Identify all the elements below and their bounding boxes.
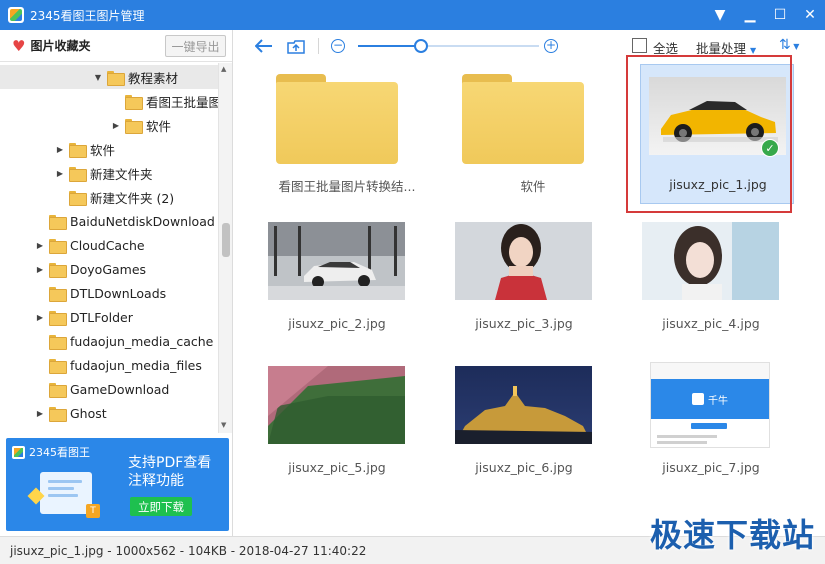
folder-icon [462, 74, 584, 164]
promo-brand: 2345看图王 [12, 444, 90, 460]
expand-icon[interactable]: ▶ [55, 145, 65, 154]
folder-icon [49, 382, 67, 398]
tree-item[interactable]: ▶ CloudCache [0, 233, 145, 257]
title-bar: 2345看图王图片管理 ▼ ▁ ☐ ✕ [0, 0, 825, 30]
tree-item[interactable]: ▼ 教程素材 [0, 65, 218, 89]
expand-icon[interactable]: ▶ [35, 409, 45, 418]
promo-banner[interactable]: 2345看图王 T 支持PDF查看 注释功能 立即下载 [6, 438, 229, 531]
expand-icon[interactable]: ▶ [35, 265, 45, 274]
folder-icon [107, 70, 125, 86]
tree-item[interactable]: fudaojun_media_cache [0, 329, 213, 353]
tree-item[interactable]: GameDownload [0, 377, 169, 401]
tree-item[interactable]: ▶ DoyoGames [0, 257, 146, 281]
tree-item[interactable]: fudaojun_media_files [0, 353, 202, 377]
image-item[interactable]: jisuxz_pic_4.jpg [634, 212, 788, 352]
zoom-out-icon[interactable]: − [331, 39, 345, 53]
scrollbar-thumb[interactable] [222, 223, 230, 257]
item-caption: jisuxz_pic_7.jpg [662, 460, 760, 475]
image-thumbnail [455, 222, 592, 300]
text-tool-icon: T [86, 504, 100, 518]
item-caption: jisuxz_pic_5.jpg [288, 460, 386, 475]
folder-item[interactable]: 看图王批量图片转换结... [270, 64, 424, 204]
image-thumbnail: 千牛 [650, 362, 770, 448]
image-item[interactable]: jisuxz_pic_5.jpg [260, 356, 414, 496]
app-logo-icon [8, 7, 24, 23]
folder-icon [49, 406, 67, 422]
sort-icon[interactable]: ⇅ ▼ [779, 37, 799, 53]
scroll-up-icon[interactable]: ▲ [221, 65, 226, 73]
tree-item[interactable]: ▶ DTLFolder [0, 305, 133, 329]
app-logo-icon [12, 445, 25, 459]
image-thumbnail [455, 366, 592, 444]
image-thumbnail [268, 366, 405, 444]
tree-item[interactable]: 看图王批量图 [0, 89, 221, 113]
tree-item[interactable]: 新建文件夹 (2) [0, 185, 174, 209]
item-caption: jisuxz_pic_3.jpg [475, 316, 573, 331]
folder-icon [276, 74, 398, 164]
folder-icon [49, 214, 67, 230]
expand-icon[interactable]: ▶ [35, 241, 45, 250]
folder-icon [49, 286, 67, 302]
zoom-slider-fill [358, 45, 422, 47]
tree-item[interactable]: DTLDownLoads [0, 281, 166, 305]
favorites-header: ♥ 图片收藏夹 一键导出 [0, 30, 232, 62]
close-icon[interactable]: ✕ [795, 0, 825, 30]
upload-folder-icon[interactable] [286, 36, 306, 56]
folder-item[interactable]: 软件 [456, 64, 610, 204]
folder-icon [69, 190, 87, 206]
folder-icon [125, 118, 143, 134]
item-caption: jisuxz_pic_4.jpg [662, 316, 760, 331]
folder-icon [49, 262, 67, 278]
tree-item[interactable]: ▶ Ghost [0, 401, 107, 425]
expand-icon[interactable]: ▶ [55, 169, 65, 178]
promo-text: 支持PDF查看 注释功能 [128, 455, 212, 489]
one-click-export-button[interactable]: 一键导出 [165, 35, 226, 57]
folder-icon [125, 94, 143, 110]
item-caption: jisuxz_pic_6.jpg [475, 460, 573, 475]
expand-icon[interactable]: ▶ [35, 313, 45, 322]
zoom-in-icon[interactable]: + [544, 39, 558, 53]
tree-item[interactable]: ▶ 软件 [0, 137, 115, 161]
window-title: 2345看图王图片管理 [30, 8, 145, 23]
image-item[interactable]: jisuxz_pic_3.jpg [447, 212, 601, 352]
status-text: jisuxz_pic_1.jpg - 1000x562 - 104KB - 20… [10, 543, 367, 558]
favorites-title: 图片收藏夹 [30, 39, 91, 53]
highlight-frame [626, 55, 792, 213]
tree-scrollbar[interactable]: ▲ ▼ [218, 63, 232, 433]
window-controls: ▼ ▁ ☐ ✕ [705, 0, 825, 30]
image-thumbnail [642, 222, 779, 300]
expand-icon[interactable]: ▶ [111, 121, 121, 130]
select-all-checkbox[interactable] [632, 38, 647, 53]
menu-dropdown-icon[interactable]: ▼ [705, 0, 735, 30]
folder-icon [69, 166, 87, 182]
image-item[interactable]: jisuxz_pic_2.jpg [260, 212, 414, 352]
item-caption: 软件 [520, 179, 546, 194]
expand-icon[interactable]: ▼ [93, 73, 103, 82]
document-illustration-icon: T [27, 468, 100, 520]
download-now-button[interactable]: 立即下载 [130, 497, 192, 516]
folder-icon [49, 238, 67, 254]
watermark-logo: 极速下载站 [650, 516, 816, 554]
heart-icon: ♥ [12, 36, 26, 55]
image-item[interactable]: 千牛 jisuxz_pic_7.jpg [634, 356, 788, 496]
folder-icon [69, 142, 87, 158]
item-caption: 看图王批量图片转换结... [278, 179, 416, 194]
toolbar-divider [318, 38, 319, 54]
zoom-slider[interactable] [358, 45, 539, 47]
tree-item[interactable]: ▶ 新建文件夹 [0, 161, 153, 185]
folder-icon [49, 334, 67, 350]
folder-tree: ▼ 教程素材 看图王批量图 ▶ 软件 ▶ 软件 ▶ 新建文件夹 新建文件夹 (2) Ba… [0, 63, 233, 433]
maximize-icon[interactable]: ☐ [765, 0, 795, 30]
scroll-down-icon[interactable]: ▼ [221, 421, 226, 429]
folder-icon [49, 358, 67, 374]
image-item[interactable]: jisuxz_pic_6.jpg [447, 356, 601, 496]
back-arrow-icon[interactable] [254, 36, 274, 56]
qianniu-logo-text: 千牛 [708, 395, 728, 407]
image-thumbnail [268, 222, 405, 300]
folder-icon [49, 310, 67, 326]
item-caption: jisuxz_pic_2.jpg [288, 316, 386, 331]
tree-item[interactable]: ▶ 软件 [0, 113, 171, 137]
tree-item[interactable]: BaiduNetdiskDownload [0, 209, 215, 233]
minimize-icon[interactable]: ▁ [735, 0, 765, 30]
